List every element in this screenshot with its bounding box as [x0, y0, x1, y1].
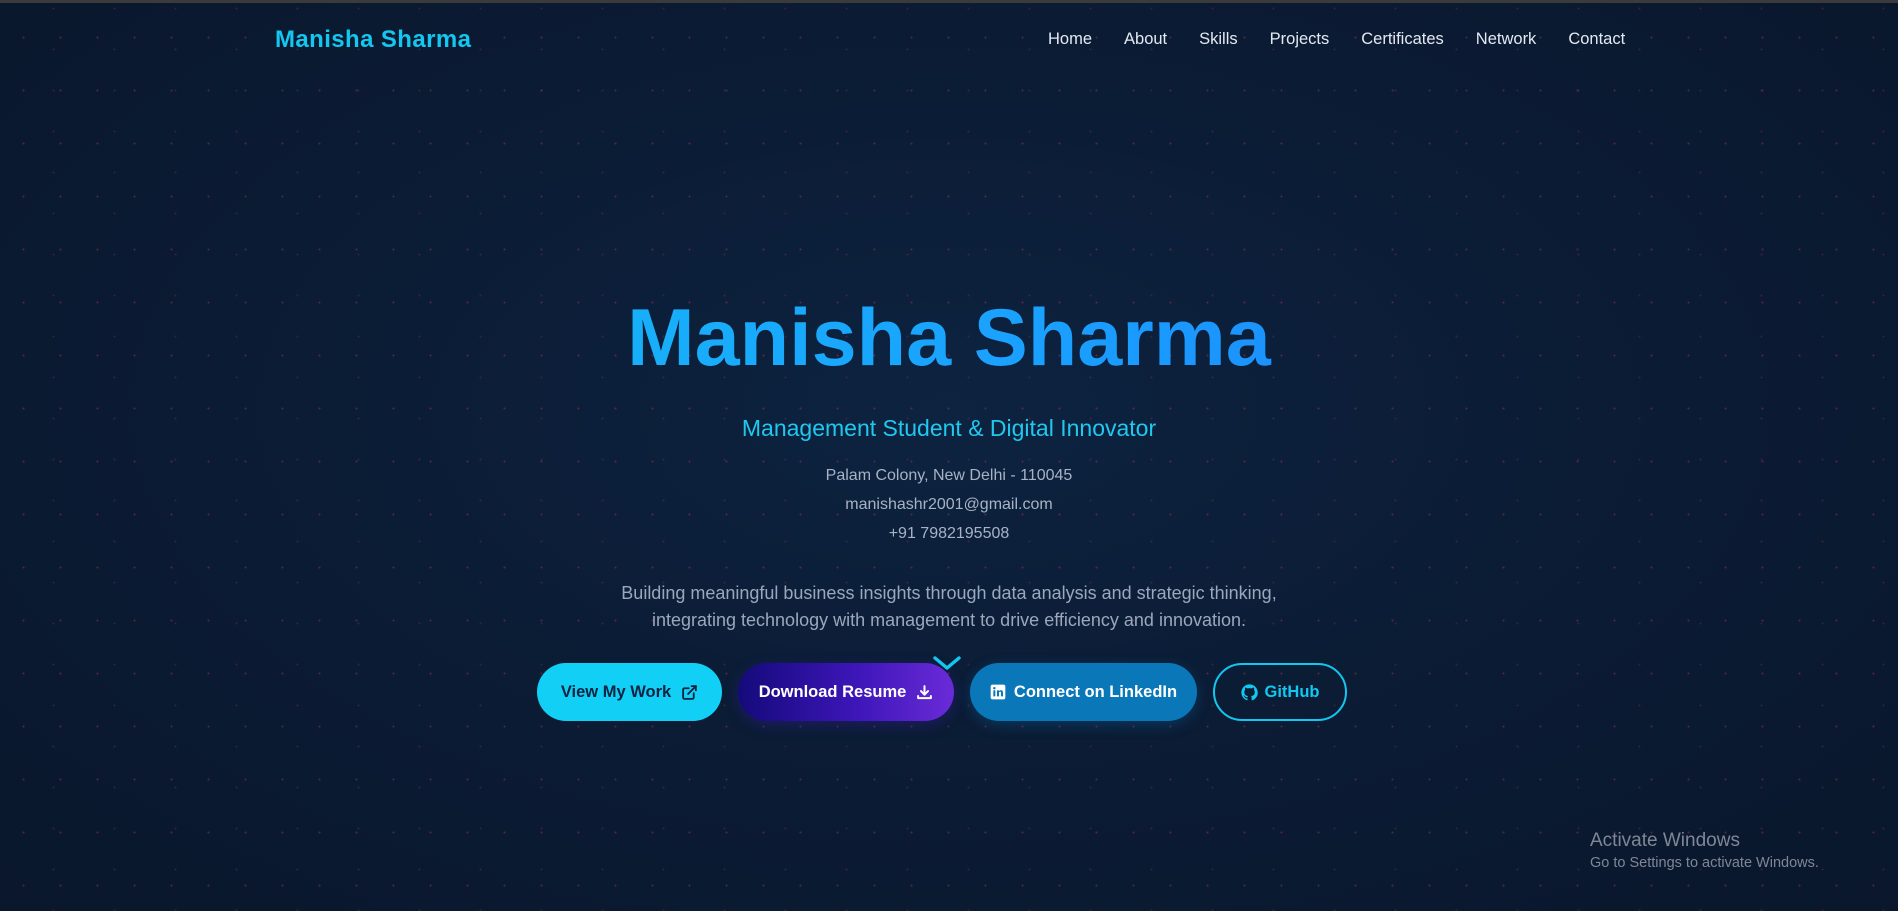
view-work-button[interactable]: View My Work [537, 663, 722, 721]
github-icon [1240, 683, 1258, 700]
view-work-label: View My Work [560, 682, 672, 701]
tagline-line-1: Building meaningful business insights th… [621, 583, 1277, 603]
download-resume-label: Download Resume [758, 682, 907, 701]
connect-linkedin-label: Connect on LinkedIn [1013, 682, 1178, 701]
activate-windows-subtitle: Go to Settings to activate Windows. [1590, 855, 1819, 871]
nav-about[interactable]: About [1124, 30, 1167, 49]
chevron-down-icon[interactable] [931, 654, 963, 674]
nav-home[interactable]: Home [1048, 30, 1092, 49]
email-text: manishashr2001@gmail.com [845, 496, 1053, 513]
nav-skills[interactable]: Skills [1199, 30, 1238, 49]
tagline-line-2: integrating technology with management t… [651, 610, 1247, 630]
nav-contact[interactable]: Contact [1568, 30, 1625, 49]
background-particles [0, 0, 1898, 911]
external-link-icon [682, 684, 697, 700]
nav-projects[interactable]: Projects [1270, 30, 1330, 49]
nav-certificates[interactable]: Certificates [1361, 30, 1444, 49]
hero-subtitle: Management Student & Digital Innovator [741, 415, 1157, 441]
hero-name: Manisha Sharma [0, 288, 1898, 388]
activate-windows-title: Activate Windows [1590, 830, 1740, 851]
address-text: Palam Colony, New Delhi - 110045 [825, 467, 1073, 484]
download-icon [917, 684, 933, 699]
linkedin-icon [990, 684, 1006, 700]
nav-network[interactable]: Network [1476, 30, 1537, 49]
connect-linkedin-button[interactable]: Connect on LinkedIn [970, 663, 1197, 721]
brand-logo[interactable]: Manisha Sharma [275, 26, 471, 54]
main-nav: Home About Skills Projects Certificates … [1048, 30, 1657, 49]
download-resume-button[interactable]: Download Resume [738, 663, 954, 721]
github-button[interactable]: GitHub [1213, 663, 1347, 721]
github-label: GitHub [1264, 682, 1320, 701]
hero-name-text: Manisha Sharma [627, 293, 1271, 383]
window-top-border [0, 0, 1898, 3]
tagline: Building meaningful business insights th… [0, 580, 1898, 634]
phone-text: +91 7982195508 [888, 525, 1010, 542]
